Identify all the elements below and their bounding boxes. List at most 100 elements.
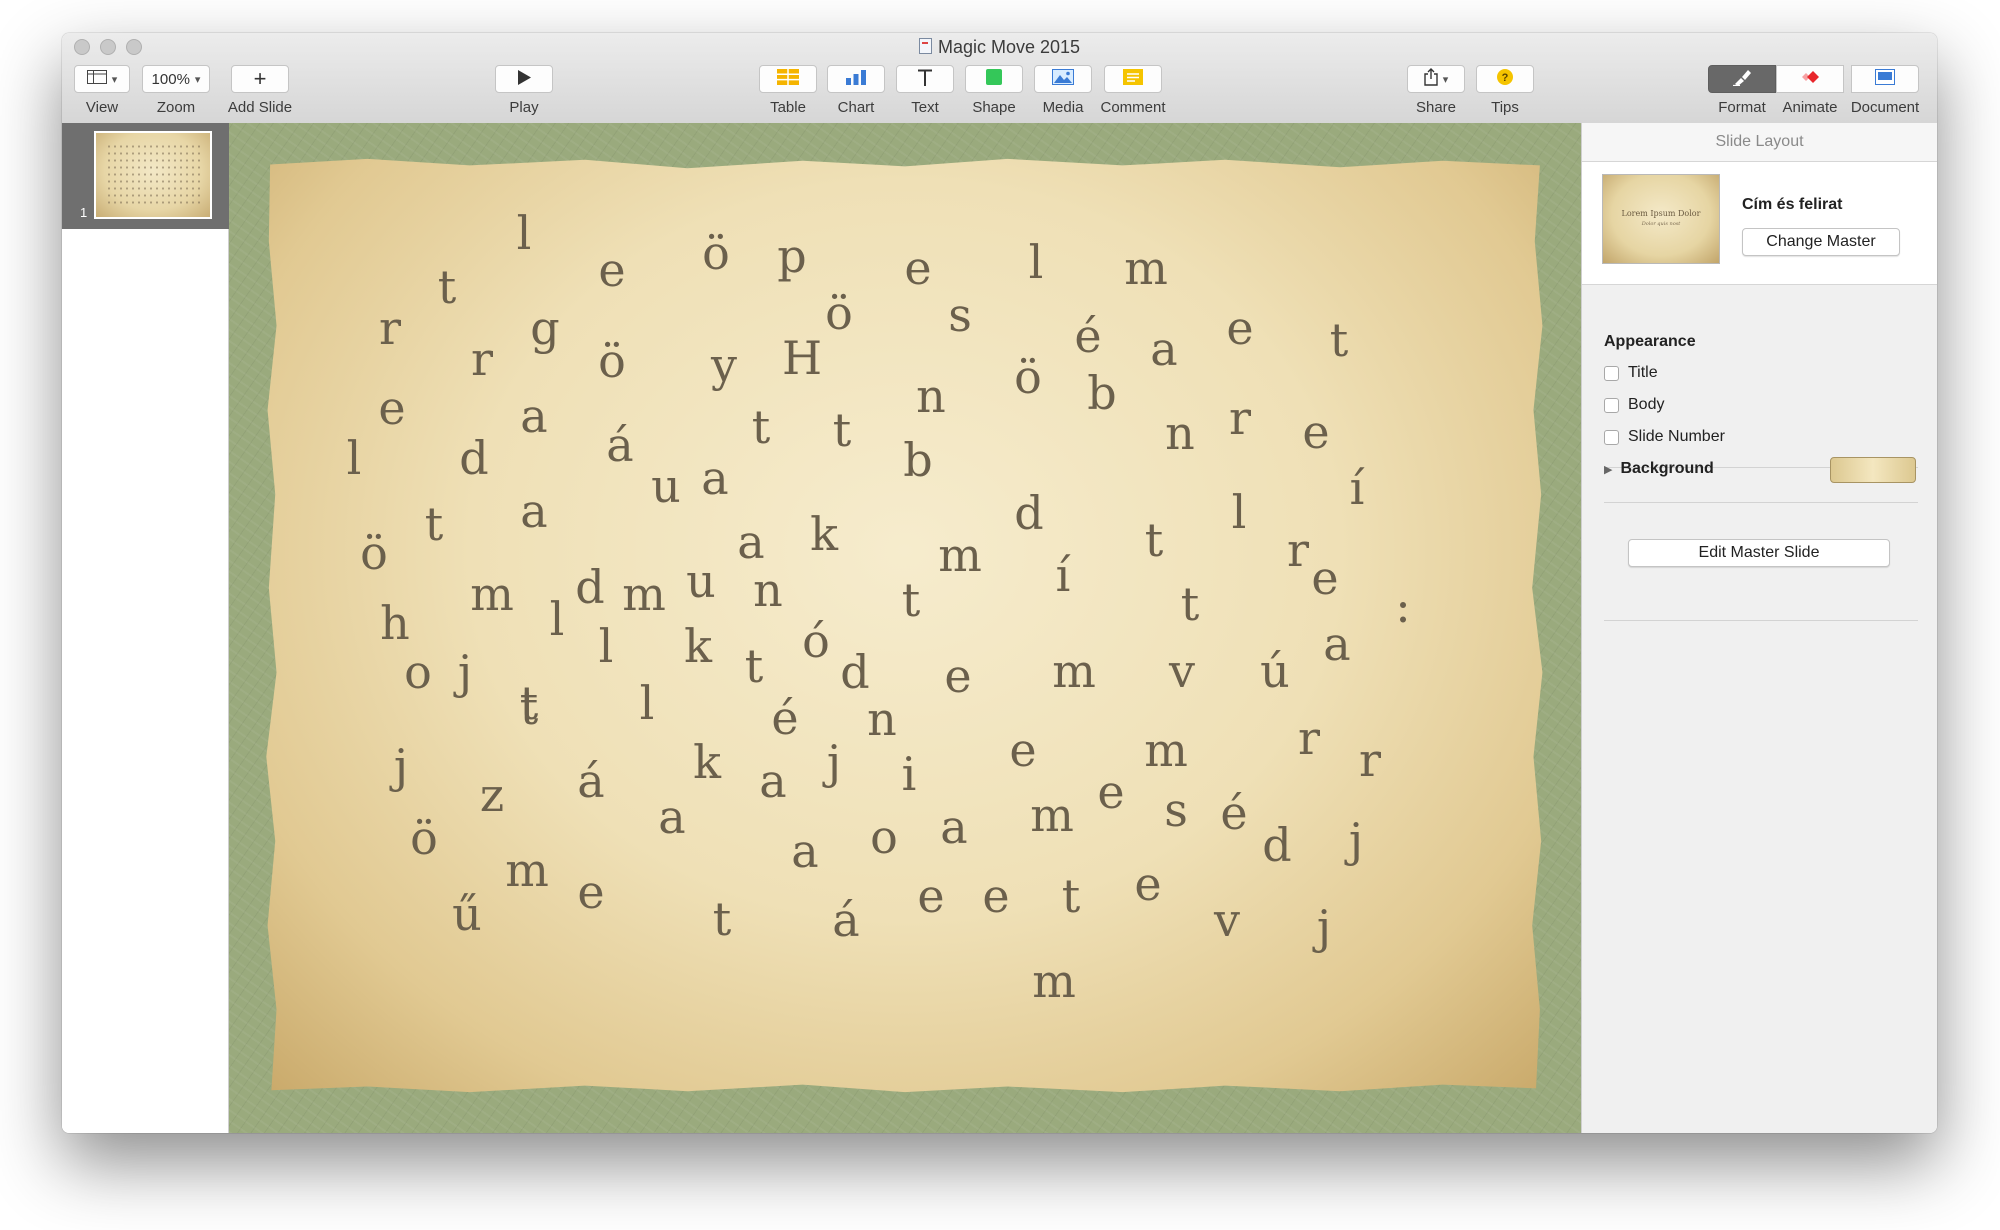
toolbar-animate[interactable]: Animate	[1775, 65, 1845, 116]
slide-letter[interactable]: s	[1164, 787, 1188, 833]
slide-letter[interactable]: l	[347, 435, 362, 481]
slide-letter[interactable]: s	[948, 292, 972, 338]
slide-letter[interactable]: i	[902, 751, 917, 797]
slide-letter[interactable]: o	[404, 649, 432, 695]
toolbar-view[interactable]: ▾ View	[72, 65, 132, 116]
background-fill-swatch[interactable]	[1830, 457, 1916, 483]
slide-letter[interactable]: h	[380, 600, 410, 646]
slide-letter[interactable]: ö	[410, 815, 438, 861]
media-button[interactable]	[1034, 65, 1092, 93]
slide-letter[interactable]: m	[1032, 958, 1076, 1004]
toolbar-comment[interactable]: Comment	[1098, 65, 1168, 116]
slide-letter[interactable]: m	[505, 847, 549, 893]
toolbar-zoom[interactable]: 100% ▾ Zoom	[141, 65, 211, 116]
slide-letter[interactable]: ö	[1014, 354, 1042, 400]
slide-letter[interactable]: t	[713, 896, 732, 942]
table-button[interactable]	[759, 65, 817, 93]
slide-letter[interactable]: a	[940, 804, 967, 850]
slide-letter[interactable]: a	[1323, 621, 1350, 667]
slide-letter[interactable]: a	[520, 393, 547, 439]
toolbar-format[interactable]: Format	[1707, 65, 1777, 116]
shape-button[interactable]	[965, 65, 1023, 93]
slide-letter[interactable]: j	[458, 649, 472, 695]
slide-letter[interactable]: e	[598, 247, 625, 293]
toolbar-share[interactable]: ▾ Share	[1406, 65, 1466, 116]
toolbar-table[interactable]: Table	[758, 65, 818, 116]
slide-letter[interactable]: á	[577, 758, 604, 804]
slide-letter[interactable]: t	[833, 407, 852, 453]
slide-letter[interactable]: e	[982, 873, 1009, 919]
slide-letter[interactable]: d	[1262, 822, 1291, 868]
slide-letter[interactable]: v	[1169, 648, 1195, 694]
slide-letter[interactable]: m	[1030, 792, 1074, 838]
slide-letter[interactable]: m	[1144, 727, 1188, 773]
change-master-button[interactable]: Change Master	[1742, 228, 1900, 256]
slide-letter[interactable]: e	[378, 385, 405, 431]
slide-letter[interactable]: a	[759, 758, 786, 804]
toolbar-chart[interactable]: Chart	[826, 65, 886, 116]
slide-letter[interactable]: a	[737, 519, 764, 565]
slide-letter[interactable]: m	[938, 532, 982, 578]
slide-letter[interactable]: t	[425, 501, 444, 547]
slide-letter[interactable]: í	[1056, 552, 1071, 598]
slide-navigator[interactable]: 1	[62, 123, 229, 1133]
toolbar-play[interactable]: Play	[494, 65, 554, 116]
slide-letter[interactable]: k	[810, 511, 838, 557]
slide-number-checkbox-row[interactable]: Slide Number	[1604, 428, 1725, 446]
body-checkbox[interactable]	[1604, 397, 1619, 413]
slide-letter[interactable]: z	[480, 772, 504, 818]
slide-letter[interactable]: ö	[702, 230, 730, 276]
slide-letter[interactable]: b	[903, 437, 932, 483]
slide-letter[interactable]: u	[686, 558, 716, 604]
slide-letter[interactable]: l	[1232, 489, 1247, 535]
animate-button[interactable]	[1776, 65, 1844, 93]
slide-letter[interactable]: é	[771, 695, 798, 741]
play-button[interactable]	[495, 65, 553, 93]
slide-letter[interactable]: ö	[825, 290, 853, 336]
toolbar-add-slide[interactable]: + Add Slide	[220, 65, 300, 116]
toolbar-tips[interactable]: ? Tips	[1475, 65, 1535, 116]
slide-letter[interactable]: t	[752, 404, 771, 450]
slide-letter[interactable]: n	[1165, 410, 1195, 456]
slide-letter[interactable]: e	[917, 873, 944, 919]
slide-letter[interactable]: p	[777, 233, 806, 279]
slide-letter[interactable]: e	[1226, 305, 1253, 351]
document-button[interactable]	[1851, 65, 1919, 93]
slide-letter[interactable]: y	[711, 342, 737, 388]
slide-letter[interactable]: m	[1124, 245, 1168, 291]
tips-button[interactable]: ?	[1476, 65, 1534, 93]
slide-letter[interactable]: á	[832, 897, 859, 943]
slide-letter[interactable]: í	[1350, 465, 1365, 511]
zoom-select[interactable]: 100% ▾	[142, 65, 210, 93]
slide-letter[interactable]: j	[1317, 904, 1331, 950]
slide-letter[interactable]: t	[1062, 873, 1081, 919]
slide-letter[interactable]: d	[575, 564, 604, 610]
slide-letter[interactable]: e	[944, 653, 971, 699]
slide-letter[interactable]: t	[1181, 581, 1200, 627]
slide-letter[interactable]: a	[1150, 326, 1177, 372]
slide-letter[interactable]: l	[640, 680, 655, 726]
slide-thumbnail[interactable]	[94, 131, 212, 219]
share-button[interactable]: ▾	[1407, 65, 1465, 93]
slide-letter[interactable]: r	[1229, 395, 1251, 441]
title-checkbox[interactable]	[1604, 365, 1619, 381]
slide-letter[interactable]: n	[916, 373, 946, 419]
slide-letter[interactable]: é	[1220, 790, 1247, 836]
slide-letter[interactable]: a	[658, 794, 685, 840]
slide-letter[interactable]: j	[394, 743, 408, 789]
slide-letter[interactable]: l	[1029, 239, 1044, 285]
slide-letter[interactable]: H	[782, 335, 822, 381]
slide-letter[interactable]: ö	[598, 338, 626, 384]
slide[interactable]: leöpelmtrgröyHöséaeteanöbldáttbnreuaíöta…	[266, 158, 1543, 1093]
slide-letter[interactable]: k	[693, 739, 721, 785]
slide-letter[interactable]: r	[471, 336, 493, 382]
slide-letter[interactable]: r	[379, 305, 401, 351]
title-checkbox-row[interactable]: Title	[1604, 364, 1658, 382]
slide-letter[interactable]: m	[622, 571, 666, 617]
slide-letter[interactable]: r	[1359, 737, 1381, 783]
slide-letter[interactable]: ó	[802, 618, 830, 664]
add-slide-button[interactable]: +	[231, 65, 289, 93]
slide-letter[interactable]: a	[520, 488, 547, 534]
slide-letter[interactable]: t	[745, 643, 764, 689]
format-button[interactable]	[1708, 65, 1776, 93]
